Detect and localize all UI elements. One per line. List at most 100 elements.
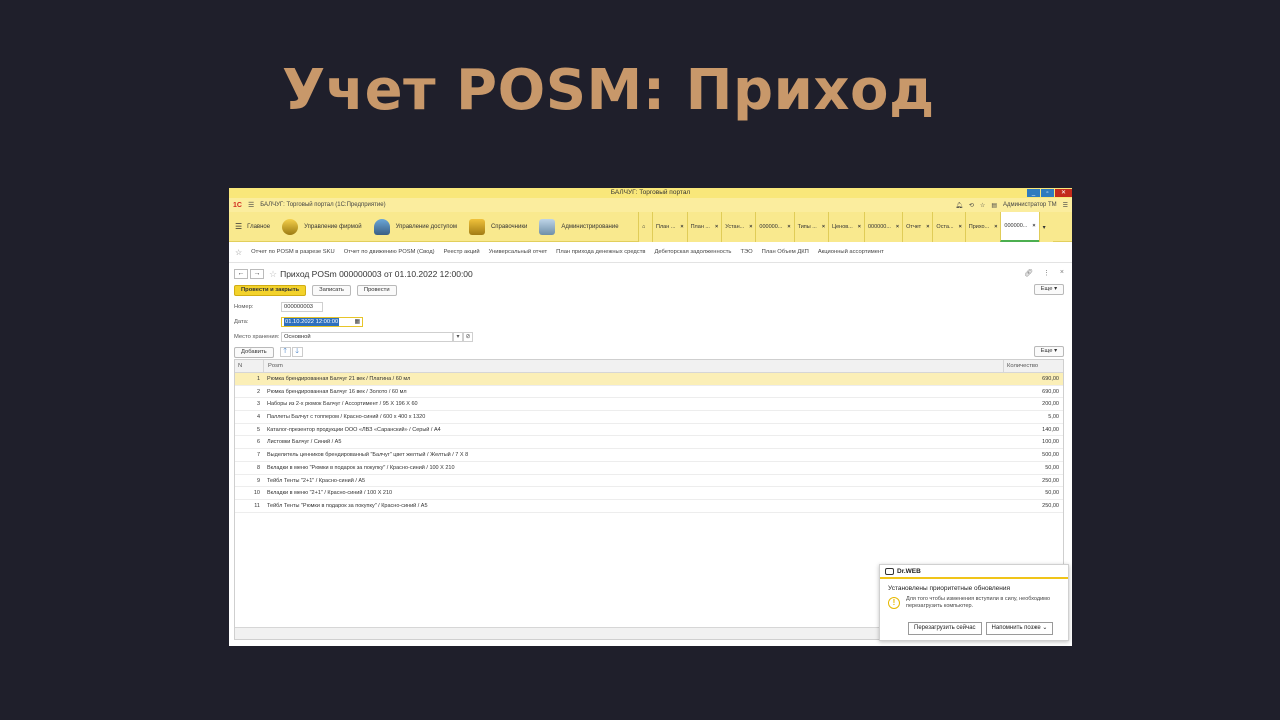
table-row[interactable]: 4 Паллеты Балчуг с топпером / Красно-сини… [235,411,1063,424]
row-posm: Тейбл Тенты "2+1" / Красно-синий / А5 [267,477,366,484]
section-admin[interactable]: Администрирование [533,212,624,242]
tab-11-active[interactable]: 000000... × [1000,212,1039,242]
column-n[interactable]: N [235,360,263,372]
maximize-icon[interactable]: ▫ [1041,189,1054,197]
table-row[interactable]: 6 Листовки Балчуг / Синий / А5 100,00 [235,436,1063,450]
tab-6[interactable]: Ценов... × [828,212,864,242]
notification-brand: Dr.WEB [897,567,921,575]
star-icon[interactable]: ☆ [980,202,985,209]
column-quantity[interactable]: Количество [1003,360,1063,372]
forward-arrow-icon[interactable]: → [250,269,264,279]
tab-3[interactable]: Устан... × [721,212,756,242]
app-header-tools: 🔔︎ ⟲ ☆ ▤ Администратор ТМ ☰ [955,198,1068,212]
close-tab-icon[interactable]: × [858,224,861,230]
tab-2[interactable]: План ... × [686,212,722,242]
favorite-star-icon[interactable]: ☆ [269,269,277,280]
table-row[interactable]: 1 Рюмка брендированная Балчуг 21 век / Пл… [235,373,1063,386]
table-row[interactable]: 3 Наборы из 2-х рюмок Балчуг / Ассортимен… [235,398,1063,412]
row-number: 6 [256,439,260,446]
row-number: 3 [256,401,260,408]
close-tab-icon[interactable]: × [926,224,929,230]
close-tab-icon[interactable]: × [787,224,790,230]
storage-field[interactable]: Основной [281,331,453,342]
favorite-link[interactable]: Отчет по движению POSM (Свод) [344,249,435,255]
tab-label: Устан... [725,224,745,230]
row-posm: Паллеты Балчуг с топпером / Красно-синий… [267,414,426,421]
close-tab-icon[interactable]: × [680,224,683,230]
favorite-link[interactable]: Дебеторская задолженность [654,249,731,255]
move-buttons: 🡑 🡓 [279,347,303,357]
row-posm: Наборы из 2-х рюмок Балчуг / Ассортимент… [267,401,418,408]
tab-7[interactable]: 000000... × [863,212,903,242]
row-posm: Тейбл Тенты "Рюмки в подарок за покупку"… [267,502,428,509]
tab-5[interactable]: Типы ... × [793,212,829,242]
section-main[interactable]: ☰ Главное [229,212,276,242]
menu-icon[interactable]: ☰ [248,201,254,209]
table-row[interactable]: 5 Каталог-презентор продукции ООО «ЛВЗ «С… [235,424,1063,437]
favorite-link[interactable]: Отчет по POSM в разрезе SKU [251,249,335,255]
close-tab-icon[interactable]: × [749,224,752,230]
move-up-icon[interactable]: 🡑 [279,347,291,357]
more-button[interactable]: Еще ▾ [1033,284,1064,295]
post-button[interactable]: Провести [356,284,397,296]
tab-4[interactable]: 000000... × [755,212,794,242]
tab-9[interactable]: Оста... × [932,212,965,242]
table-row[interactable]: 2 Рюмка брендированная Балчуг 16 век / Зо… [235,386,1063,399]
tab-10[interactable]: Прихо... × [964,212,1001,242]
close-document-icon[interactable]: × [1060,269,1064,277]
tabs-more-icon[interactable]: ▾ [1038,212,1053,242]
close-tab-icon[interactable]: × [994,224,997,230]
favorite-link[interactable]: План Объем ДКП [762,249,809,255]
calendar-icon[interactable]: ▦ [355,318,360,326]
favorite-link[interactable]: Реестр акций [444,249,480,255]
save-button[interactable]: Записать [312,284,351,296]
table-row[interactable]: 7 Выделитель ценников брендированный "Бал… [235,449,1063,462]
link-icon[interactable]: 🔗︎ [1024,269,1033,277]
section-firm[interactable]: Управление фирмой [276,212,367,242]
sections-panel: ☰ Главное Управление фирмой Управление д… [229,212,1072,242]
table-row[interactable]: 8 Вкладки в меню "Рюмки в подарок за поку… [235,462,1063,475]
column-posm[interactable]: Posm [263,360,1003,372]
history-icon[interactable]: ⟲ [969,202,974,209]
table-more-button[interactable]: Еще ▾ [1033,346,1064,357]
close-tab-icon[interactable]: × [715,224,718,230]
tab-8[interactable]: Отчет × [902,212,933,242]
user-name[interactable]: Администратор ТМ [1003,202,1057,208]
tab-1[interactable]: План ... × [652,212,687,242]
close-tab-icon[interactable]: × [822,224,825,230]
favorite-link[interactable]: План прихода денежных средств [556,249,645,255]
open-link-icon[interactable]: ⊘ [463,331,473,342]
favorite-link[interactable]: ТЭО [740,249,752,255]
restart-now-button[interactable]: Перезагрузить сейчас [908,622,982,635]
close-tab-icon[interactable]: × [959,224,962,230]
back-arrow-icon[interactable]: ← [234,269,248,279]
command-bar: Провести и закрыть Записать Провести Еще… [229,283,1072,297]
row-number: 10 [253,490,260,497]
number-field[interactable]: 000000003 [281,301,323,312]
table-row[interactable]: 9 Тейбл Тенты "2+1" / Красно-синий / А5 25… [235,475,1063,488]
post-and-close-button[interactable]: Провести и закрыть [234,284,307,296]
row-number: 1 [256,376,260,382]
user-icon[interactable]: ▤ [991,202,997,209]
close-tab-icon[interactable]: × [1032,223,1035,229]
table-row[interactable]: 11 Тейбл Тенты "Рюмки в подарок за покупк… [235,500,1063,513]
favorites-star-icon[interactable]: ☆ [235,248,242,257]
minimize-icon[interactable]: _ [1027,189,1040,197]
bell-icon[interactable]: 🔔︎ [955,202,963,209]
close-icon[interactable]: ✕ [1055,189,1072,197]
favorite-link[interactable]: Универсальный отчет [489,249,548,255]
settings-icon[interactable]: ☰ [1063,202,1068,209]
more-vertical-icon[interactable]: ⋮ [1043,269,1050,277]
close-tab-icon[interactable]: × [896,224,899,230]
table-row[interactable]: 10 Вкладки в меню "2+1" / Красно-синий / … [235,487,1063,500]
add-button[interactable]: Добавить [234,346,274,358]
home-icon[interactable]: ⌂ [638,212,652,242]
favorite-link[interactable]: Акционный ассортимент [818,249,884,255]
tab-label: Ценов... [832,224,853,230]
move-down-icon[interactable]: 🡓 [291,347,303,357]
date-field[interactable]: 01.10.2022 12:00:00 ▦ [281,316,363,327]
section-refs[interactable]: Справочники [463,212,533,242]
dropdown-arrow-icon[interactable]: ▾ [453,331,463,342]
section-access[interactable]: Управление доступом [368,212,463,242]
remind-later-button[interactable]: Напомнить позже ⌄ [985,622,1054,635]
